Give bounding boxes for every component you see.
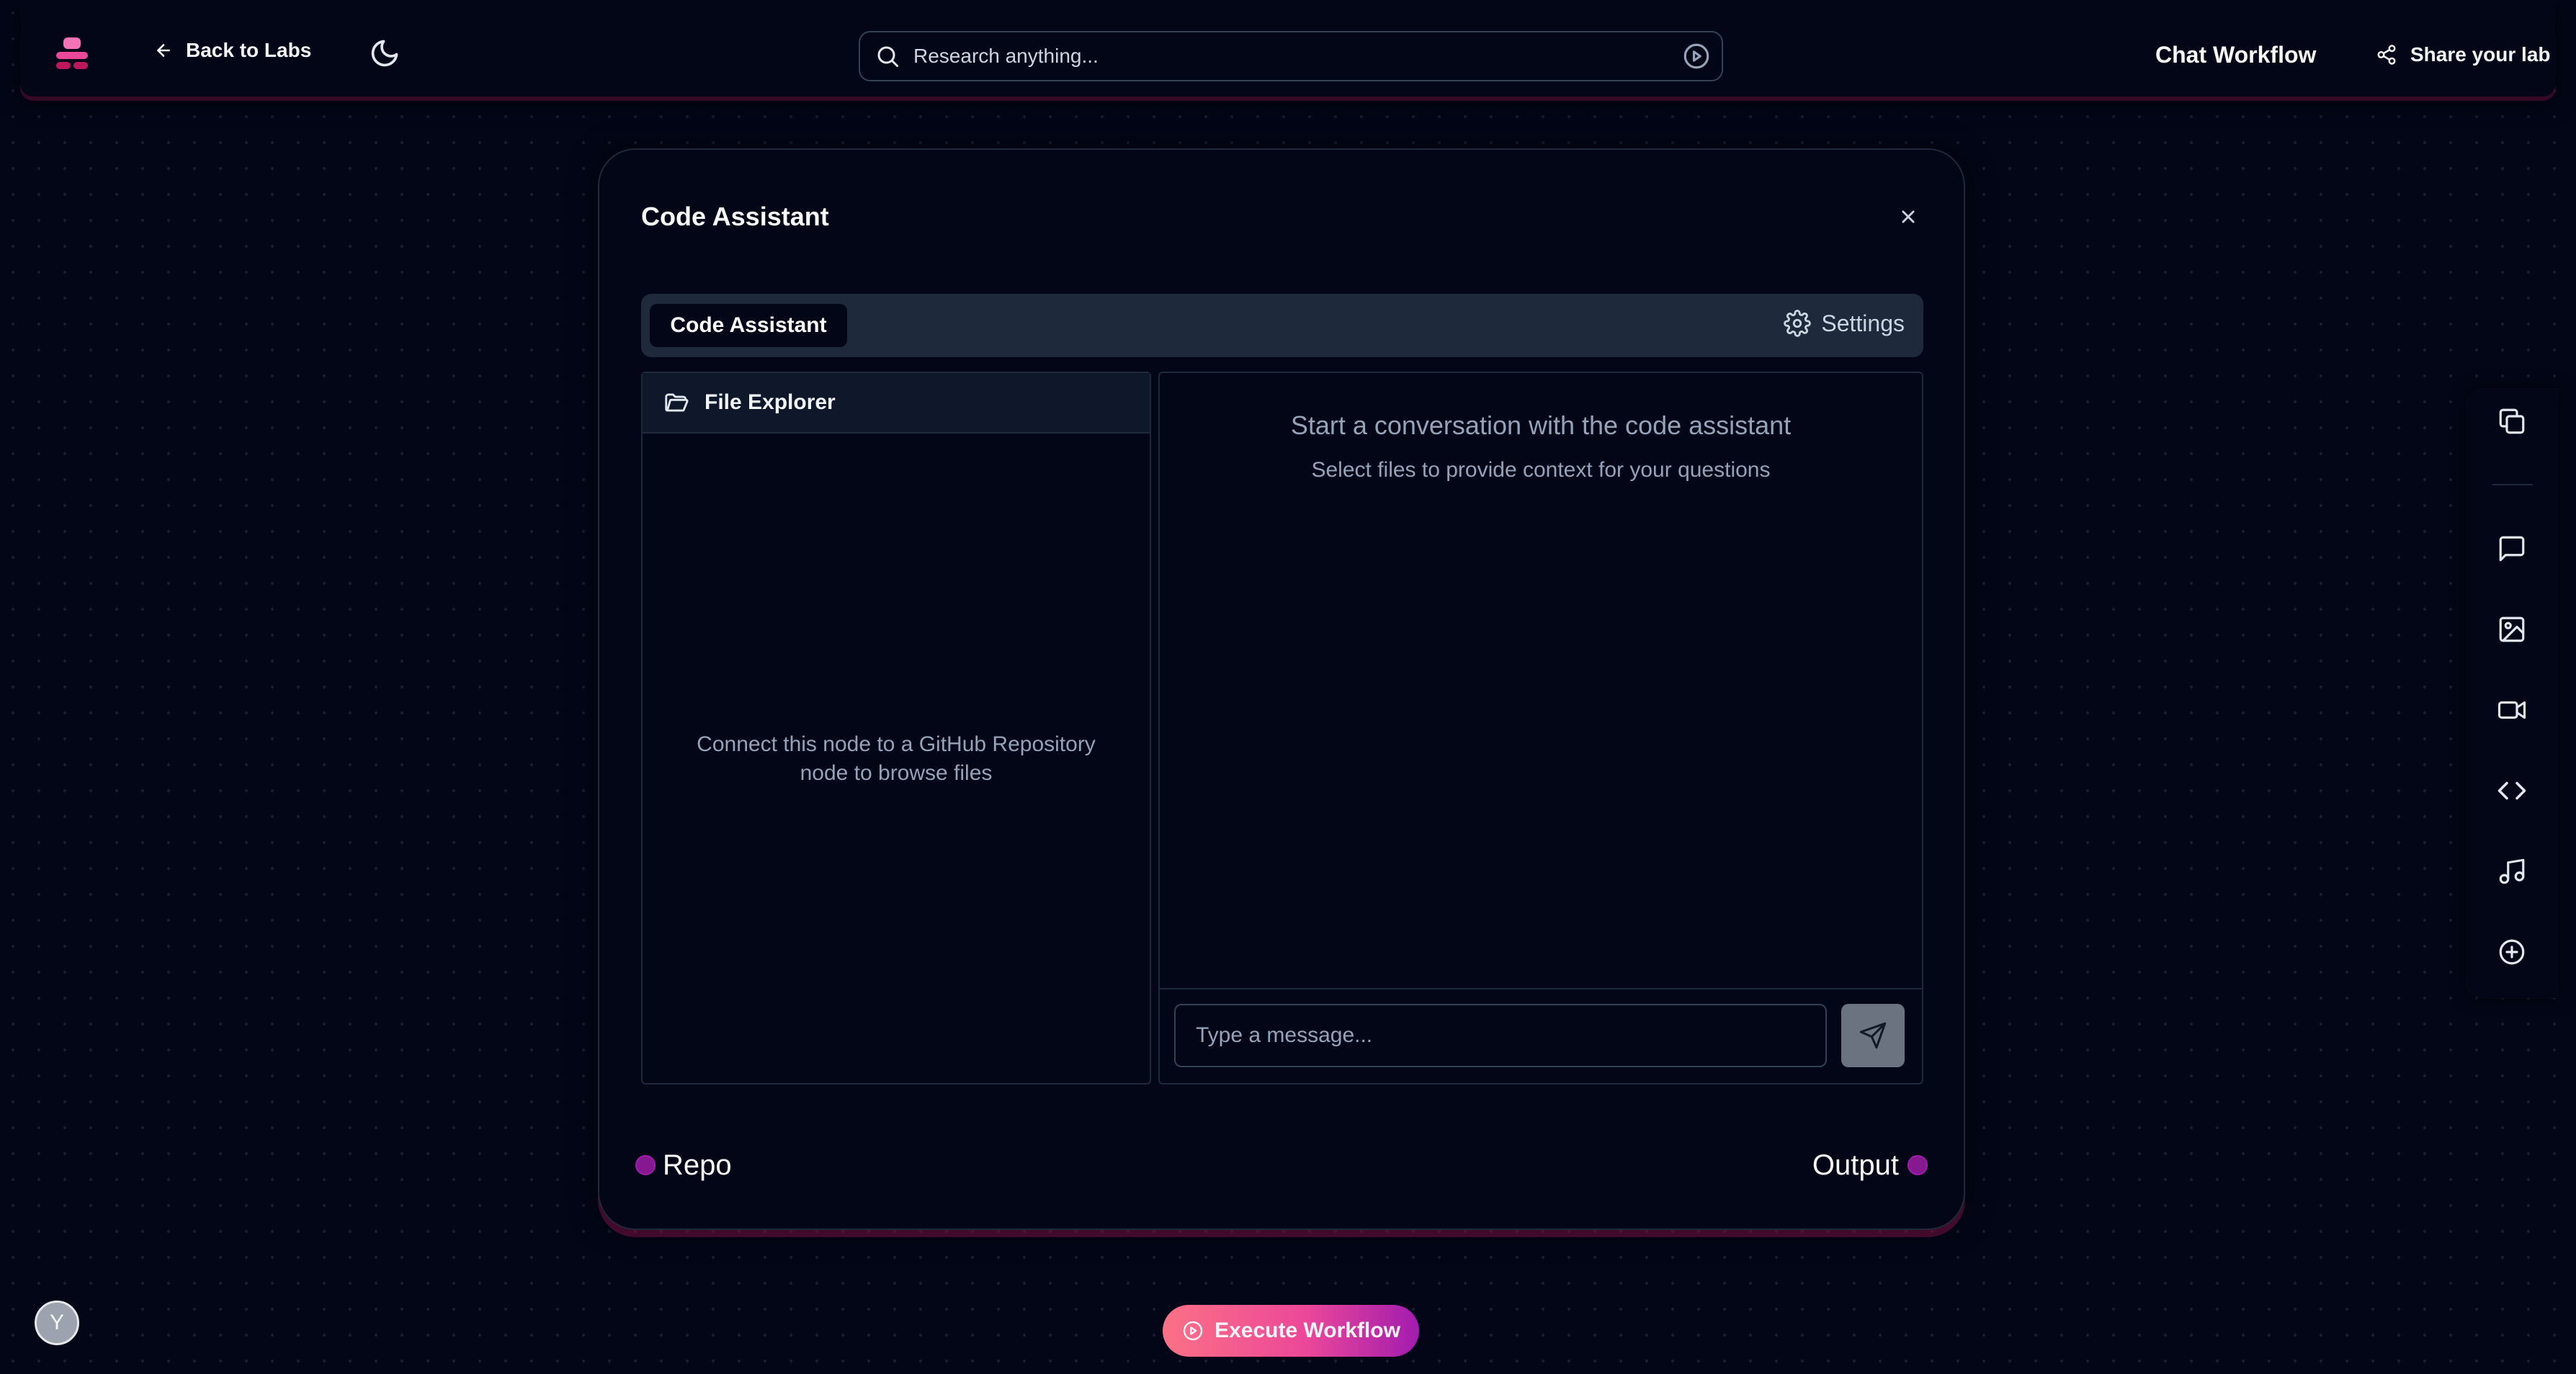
theme-toggle-button[interactable]: [369, 37, 401, 69]
file-explorer-empty-message: Connect this node to a GitHub Repository…: [671, 730, 1121, 788]
file-explorer-panel: File Explorer Connect this node to a Git…: [641, 372, 1151, 1085]
back-to-labs-label: Back to Labs: [186, 39, 312, 61]
play-circle-icon[interactable]: [1681, 41, 1712, 71]
video-icon: [2497, 695, 2527, 725]
settings-button[interactable]: Settings: [1784, 310, 1905, 337]
logo-icon[interactable]: [53, 35, 91, 72]
moon-icon: [369, 37, 401, 69]
share-lab-button[interactable]: Share your lab: [2376, 43, 2551, 66]
node-toolbar: [2467, 389, 2557, 998]
chat-empty-subtitle: Select files to provide context for your…: [1311, 458, 1771, 482]
chat-empty-title: Start a conversation with the code assis…: [1290, 410, 1792, 440]
share-icon: [2376, 44, 2397, 66]
music-icon: [2497, 856, 2527, 886]
plus-circle-icon: [2497, 937, 2527, 967]
back-to-labs-button[interactable]: Back to Labs: [154, 39, 311, 62]
image-icon: [2497, 614, 2527, 645]
execute-workflow-button[interactable]: Execute Workflow: [1163, 1305, 1419, 1357]
copy-icon: [2497, 406, 2527, 436]
add-video-node-button[interactable]: [2497, 695, 2527, 725]
execute-workflow-label: Execute Workflow: [1215, 1319, 1400, 1342]
close-node-button[interactable]: [1896, 205, 1920, 229]
chat-icon: [2497, 534, 2527, 564]
add-code-node-button[interactable]: [2497, 776, 2527, 806]
toolbar-divider: [2492, 484, 2533, 485]
search-icon: [875, 43, 900, 69]
add-audio-node-button[interactable]: [2497, 856, 2527, 886]
folder-open-icon: [663, 389, 690, 416]
repo-port-label: Repo: [663, 1149, 732, 1181]
top-bar: Back to Labs Chat Workflow Share your la…: [20, 0, 2556, 96]
gear-icon: [1784, 310, 1812, 337]
repo-input-handle[interactable]: [635, 1155, 656, 1175]
output-handle[interactable]: [1908, 1155, 1928, 1175]
add-node-button[interactable]: [2497, 937, 2527, 967]
code-assistant-node[interactable]: Code Assistant Code Assistant Settings F…: [598, 148, 1965, 1230]
add-image-node-button[interactable]: [2497, 614, 2527, 645]
arrow-left-icon: [154, 41, 173, 60]
share-lab-label: Share your lab: [2410, 43, 2551, 66]
output-port-label: Output: [1812, 1149, 1899, 1181]
search-bar: [859, 31, 1723, 81]
send-icon: [1859, 1021, 1887, 1050]
copy-node-button[interactable]: [2497, 406, 2527, 436]
play-circle-icon: [1181, 1319, 1204, 1342]
add-chat-node-button[interactable]: [2497, 534, 2527, 564]
empty-message-line-2: node to browse files: [800, 761, 993, 785]
send-button[interactable]: [1841, 1004, 1905, 1067]
empty-message-line-1: Connect this node to a GitHub Repository: [697, 732, 1096, 756]
avatar[interactable]: Y: [35, 1301, 79, 1345]
tab-code-assistant[interactable]: Code Assistant: [650, 304, 847, 347]
workflow-name[interactable]: Chat Workflow: [2155, 42, 2316, 68]
file-explorer-header: File Explorer: [643, 373, 1150, 434]
chat-panel: Start a conversation with the code assis…: [1158, 372, 1923, 1085]
close-icon: [1896, 205, 1920, 229]
file-explorer-title: File Explorer: [705, 390, 836, 414]
search-input[interactable]: [912, 44, 1681, 68]
node-tab-bar: Code Assistant Settings: [641, 294, 1923, 357]
node-title: Code Assistant: [641, 202, 829, 231]
settings-label: Settings: [1821, 310, 1905, 336]
chat-composer: [1160, 988, 1922, 1083]
message-input[interactable]: [1174, 1004, 1827, 1067]
code-icon: [2497, 776, 2527, 806]
